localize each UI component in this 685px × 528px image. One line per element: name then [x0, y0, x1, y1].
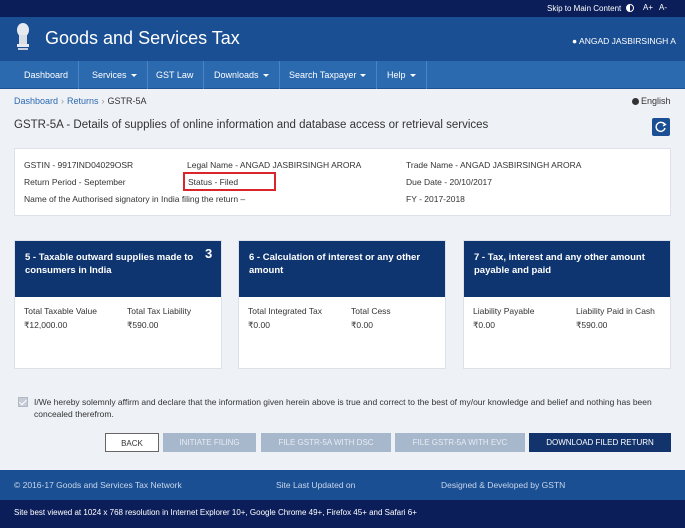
footer-copyright: © 2016-17 Goods and Services Tax Network: [14, 480, 182, 490]
card-title: 6 - Calculation of interest or any other…: [249, 252, 421, 276]
signatory-text: Name of the Authorised signatory in Indi…: [24, 194, 246, 204]
nav-help-label: Help: [387, 70, 406, 80]
card-table-6[interactable]: 6 - Calculation of interest or any other…: [238, 240, 446, 369]
breadcrumb-returns[interactable]: Returns: [67, 96, 99, 106]
user-menu[interactable]: ● ANGAD JASBIRSINGH A: [572, 36, 676, 46]
card-title: 7 - Tax, interest and any other amount p…: [474, 252, 645, 276]
card-header: 7 - Tax, interest and any other amount p…: [464, 241, 670, 297]
breadcrumb-current: GSTR-5A: [107, 96, 147, 106]
card-superscript: 3: [205, 246, 213, 261]
top-utility-bar: Skip to Main Content A+ A-: [0, 0, 685, 17]
nav-dashboard-label: Dashboard: [24, 70, 69, 80]
fy-text: FY - 2017-2018: [406, 194, 465, 204]
trade-name-text: Trade Name - ANGAD JASBIRSINGH ARORA: [406, 160, 582, 170]
legal-name-text: Legal Name - ANGAD JASBIRSINGH ARORA: [187, 160, 362, 170]
file-with-evc-button[interactable]: FILE GSTR-5A WITH EVC: [395, 433, 525, 452]
card-field-value: ₹0.00: [351, 320, 373, 330]
declaration-text: I/We hereby solemnly affirm and declare …: [34, 397, 652, 419]
card-header: 5 - Taxable outward supplies made to con…: [15, 241, 221, 297]
breadcrumb: Dashboard › Returns › GSTR-5A: [14, 96, 147, 106]
chevron-down-icon: [360, 74, 367, 78]
card-table-7[interactable]: 7 - Tax, interest and any other amount p…: [463, 240, 671, 369]
nav-downloads-label: Downloads: [214, 70, 259, 80]
page-title: GSTR-5A - Details of supplies of online …: [14, 119, 489, 131]
font-increase-button[interactable]: A+: [643, 3, 653, 12]
nav-help[interactable]: Help: [377, 61, 427, 89]
return-info-panel: GSTIN - 9917IND04029OSR Legal Name - ANG…: [14, 148, 671, 216]
file-with-dsc-button[interactable]: FILE GSTR-5A WITH DSC: [261, 433, 391, 452]
font-decrease-button[interactable]: A-: [659, 3, 667, 12]
initiate-filing-button[interactable]: INITIATE FILING: [163, 433, 256, 452]
chevron-down-icon: [262, 74, 269, 78]
card-header: 6 - Calculation of interest or any other…: [239, 241, 445, 297]
due-date-text: Due Date - 20/10/2017: [406, 177, 493, 187]
card-field-value: ₹0.00: [248, 320, 270, 330]
contrast-toggle-icon[interactable]: [626, 4, 634, 12]
breadcrumb-separator: ›: [61, 96, 65, 106]
language-selector[interactable]: English: [632, 96, 671, 106]
refresh-icon: [655, 121, 667, 132]
footer-last-updated: Site Last Updated on: [276, 480, 356, 490]
download-filed-return-button[interactable]: DOWNLOAD FILED RETURN: [529, 433, 671, 452]
nav-gst-law-label: GST Law: [156, 70, 194, 80]
site-header: Goods and Services Tax ● ANGAD JASBIRSIN…: [0, 17, 685, 61]
card-field-label: Total Integrated Tax: [248, 306, 323, 316]
card-field-label: Total Cess: [351, 306, 391, 316]
globe-icon: [632, 98, 639, 105]
nav-search-taxpayer-label: Search Taxpayer: [289, 70, 357, 80]
nav-dashboard[interactable]: Dashboard: [14, 61, 80, 89]
chevron-down-icon: [130, 74, 137, 78]
breadcrumb-separator: ›: [101, 96, 105, 106]
card-field-label: Liability Paid in Cash: [576, 306, 655, 316]
language-label: English: [641, 96, 671, 106]
breadcrumb-dashboard[interactable]: Dashboard: [14, 96, 58, 106]
chevron-down-icon: [409, 74, 416, 78]
card-field-label: Total Taxable Value: [24, 306, 97, 316]
main-navigation: Dashboard Services GST Law Downloads Sea…: [0, 61, 685, 89]
user-icon: ●: [572, 36, 578, 46]
card-field-label: Liability Payable: [473, 306, 535, 316]
back-button[interactable]: BACK: [105, 433, 159, 452]
return-period-text: Return Period - September: [24, 177, 126, 187]
user-name: ANGAD JASBIRSINGH A: [579, 36, 676, 46]
card-field-value: ₹0.00: [473, 320, 495, 330]
card-field-value: ₹590.00: [127, 320, 159, 330]
site-footer: © 2016-17 Goods and Services Tax Network…: [0, 470, 685, 500]
card-field-value: ₹12,000.00: [24, 320, 68, 330]
nav-downloads[interactable]: Downloads: [204, 61, 280, 89]
nav-search-taxpayer[interactable]: Search Taxpayer: [279, 61, 378, 89]
browser-note-bar: Site best viewed at 1024 x 768 resolutio…: [0, 500, 685, 528]
card-title: 5 - Taxable outward supplies made to con…: [25, 252, 194, 276]
browser-note-text: Site best viewed at 1024 x 768 resolutio…: [14, 508, 417, 517]
site-title[interactable]: Goods and Services Tax: [45, 28, 240, 49]
skip-to-content-link[interactable]: Skip to Main Content: [547, 4, 621, 13]
gstin-text: GSTIN - 9917IND04029OSR: [24, 160, 134, 170]
refresh-button[interactable]: [652, 118, 670, 136]
declaration-checkbox[interactable]: [18, 397, 28, 407]
nav-services-label: Services: [92, 70, 127, 80]
national-emblem-icon: [17, 23, 29, 50]
card-table-5[interactable]: 5 - Taxable outward supplies made to con…: [14, 240, 222, 369]
nav-services[interactable]: Services: [82, 61, 148, 89]
footer-developed-by: Designed & Developed by GSTN: [441, 480, 566, 490]
card-field-value: ₹590.00: [576, 320, 608, 330]
status-highlight-box: [183, 172, 276, 191]
card-field-label: Total Tax Liability: [127, 306, 192, 316]
nav-gst-law[interactable]: GST Law: [146, 61, 205, 89]
